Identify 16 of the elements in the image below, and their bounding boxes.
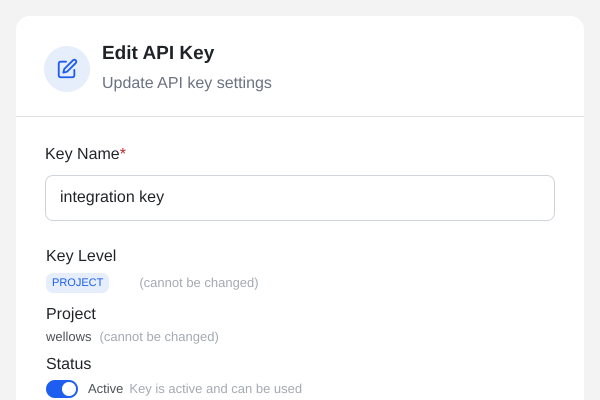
edit-icon bbox=[56, 58, 78, 80]
note-text: (cannot be changed) bbox=[139, 274, 259, 292]
status-toggle[interactable] bbox=[46, 380, 78, 398]
project-value: wellows bbox=[46, 328, 92, 346]
dialog-title: Edit API Key bbox=[102, 42, 216, 66]
note-text: (cannot be changed) bbox=[100, 328, 219, 346]
key-name-input[interactable]: integration key bbox=[45, 174, 555, 221]
status-label: Active bbox=[88, 380, 124, 398]
field-label: Project bbox=[46, 305, 97, 326]
required-mark: * bbox=[120, 144, 126, 165]
status-description: Key is active and can be used bbox=[129, 380, 302, 398]
dialog-subtitle: Update API key settings bbox=[102, 74, 272, 94]
field-label: Status bbox=[46, 354, 92, 375]
level-badge: PROJECT bbox=[46, 272, 110, 294]
field-label: Key Level bbox=[46, 246, 118, 267]
field-label: Key Name bbox=[45, 144, 120, 165]
